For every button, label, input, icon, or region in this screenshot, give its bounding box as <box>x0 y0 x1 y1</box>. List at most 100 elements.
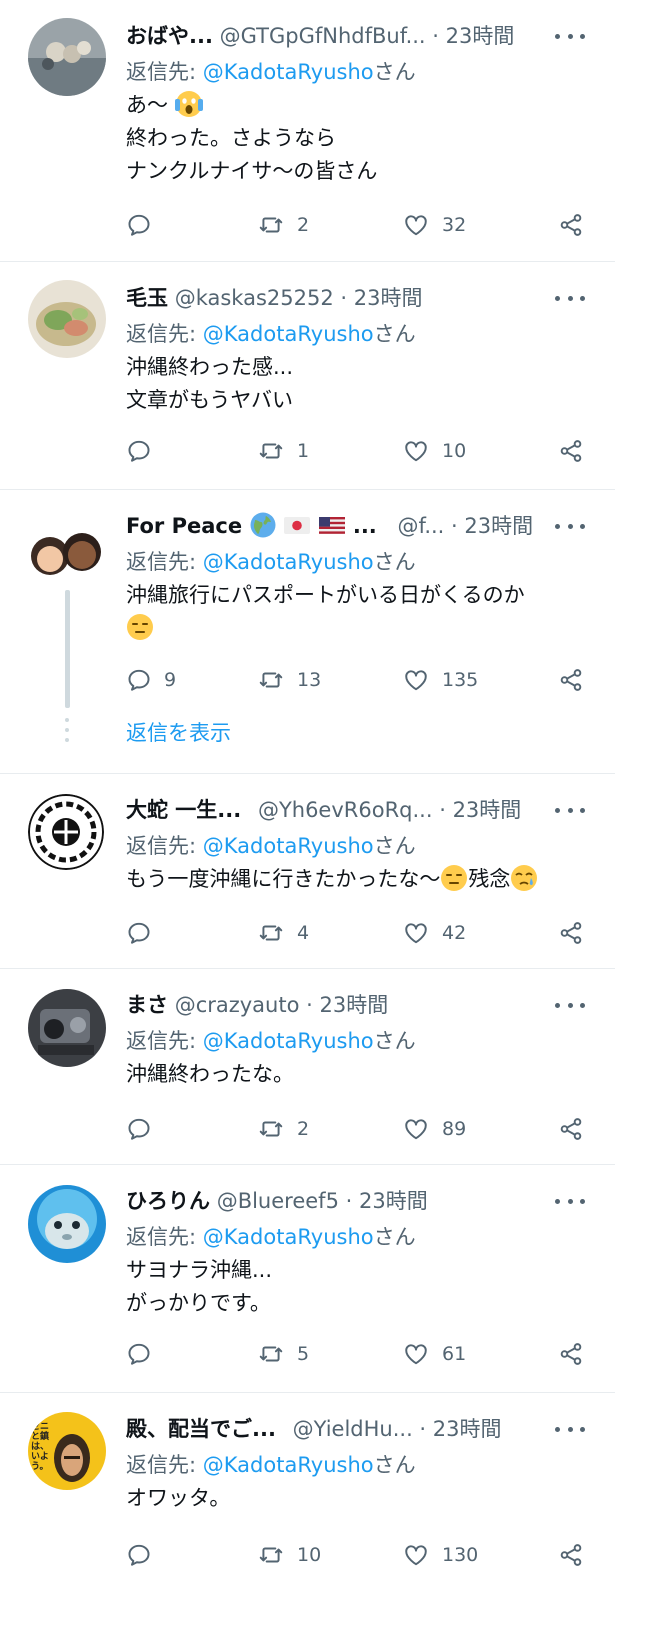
share-button[interactable] <box>558 205 584 245</box>
timestamp[interactable]: 23時間 <box>453 798 522 822</box>
retweet-button[interactable]: 13 <box>257 660 321 700</box>
more-icon[interactable] <box>555 281 585 315</box>
timestamp[interactable]: 23時間 <box>354 286 423 310</box>
reply-to: 返信先: @KadotaRyushoさん <box>126 1449 416 1481</box>
reply-button[interactable] <box>126 1109 164 1149</box>
tweet-line: 終わった。さようなら <box>126 126 336 150</box>
avatar[interactable] <box>28 794 104 870</box>
display-name[interactable]: ひろりん <box>126 1189 210 1213</box>
timestamp[interactable]: 23時間 <box>446 24 515 48</box>
reply-button[interactable] <box>126 205 164 245</box>
reply-mention-link[interactable]: @KadotaRyusho <box>203 834 374 858</box>
display-name[interactable]: 大蛇 一生... <box>126 798 241 822</box>
tweet[interactable]: おばや... @GTGpGfNhdfBuf... · 23時間 返信先: @Ka… <box>0 0 615 262</box>
reply-button[interactable] <box>126 1535 164 1575</box>
like-button[interactable]: 89 <box>402 1109 466 1149</box>
user-handle[interactable]: @YieldHu... <box>293 1417 413 1441</box>
reply-mention-link[interactable]: @KadotaRyusho <box>203 1029 374 1053</box>
retweet-button[interactable]: 2 <box>257 205 309 245</box>
tweet-line: 沖縄終わった感... <box>126 355 294 379</box>
display-name[interactable]: 殿、配当でご... <box>126 1417 276 1441</box>
avatar[interactable] <box>28 280 106 358</box>
tweet-line: もう一度沖縄に行きたかったな〜 <box>126 867 441 891</box>
user-handle[interactable]: @f... <box>397 514 444 538</box>
tweet[interactable]: 毛玉 @kaskas25252 · 23時間 返信先: @KadotaRyush… <box>0 262 615 490</box>
user-handle[interactable]: @Bluereef5 <box>217 1189 339 1213</box>
reply-button[interactable] <box>126 431 164 471</box>
user-handle[interactable]: @kaskas25252 <box>175 286 334 310</box>
reply-to-prefix: 返信先: <box>126 1225 203 1249</box>
avatar[interactable]: ゼニと鎮は、いよう。 <box>28 1412 106 1490</box>
avatar[interactable] <box>28 989 106 1067</box>
reply-to-prefix: 返信先: <box>126 60 203 84</box>
share-button[interactable] <box>558 1334 584 1374</box>
share-button[interactable] <box>558 913 584 953</box>
user-handle[interactable]: @crazyauto <box>175 993 300 1017</box>
more-icon[interactable] <box>555 793 585 827</box>
retweet-count: 13 <box>297 669 322 691</box>
tweet[interactable]: For Peace ... @f... · 23時間 返信先: @KadotaR… <box>0 490 615 774</box>
display-name[interactable]: 毛玉 <box>126 286 168 310</box>
reply-button[interactable]: 9 <box>126 660 176 700</box>
share-icon <box>558 667 584 693</box>
tweet[interactable]: まさ @crazyauto · 23時間 返信先: @KadotaRyushoさ… <box>0 969 615 1165</box>
tweet[interactable]: ゼニと鎮は、いよう。 殿、配当でご... @YieldHu... · 23時間 … <box>0 1393 615 1651</box>
avatar[interactable] <box>28 18 106 96</box>
tweet[interactable]: 大蛇 一生... @Yh6evR6oRq... · 23時間 返信先: @Kad… <box>0 774 615 969</box>
retweet-button[interactable]: 10 <box>257 1535 321 1575</box>
share-icon <box>558 1116 584 1142</box>
share-button[interactable] <box>558 1535 584 1575</box>
reply-button[interactable] <box>126 1334 164 1374</box>
reply-icon <box>126 1542 152 1568</box>
retweet-icon <box>257 438 285 464</box>
like-count: 61 <box>442 1343 467 1365</box>
show-replies-link[interactable]: 返信を表示 <box>126 717 231 749</box>
reply-mention-link[interactable]: @KadotaRyusho <box>203 550 374 574</box>
retweet-button[interactable]: 5 <box>257 1334 309 1374</box>
avatar[interactable] <box>28 1185 106 1263</box>
retweet-button[interactable]: 1 <box>257 431 309 471</box>
like-button[interactable]: 42 <box>402 913 466 953</box>
reply-mention-link[interactable]: @KadotaRyusho <box>203 1453 374 1477</box>
more-icon[interactable] <box>555 509 585 543</box>
like-button[interactable]: 135 <box>402 660 478 700</box>
tweet-line: あ〜 <box>126 93 168 117</box>
retweet-count: 5 <box>297 1343 310 1365</box>
tweet-text: 沖縄終わったな。 <box>126 1058 294 1091</box>
timestamp[interactable]: 23時間 <box>359 1189 428 1213</box>
user-handle[interactable]: @GTGpGfNhdfBuf... <box>220 24 426 48</box>
reply-mention-link[interactable]: @KadotaRyusho <box>203 322 374 346</box>
reply-mention-link[interactable]: @KadotaRyusho <box>203 60 374 84</box>
like-button[interactable]: 10 <box>402 431 466 471</box>
more-icon[interactable] <box>555 1412 585 1446</box>
display-name[interactable]: For Peace <box>126 514 242 538</box>
reply-button[interactable] <box>126 913 164 953</box>
like-button[interactable]: 32 <box>402 205 466 245</box>
tweet-actions: 1 10 <box>126 431 615 471</box>
share-button[interactable] <box>558 1109 584 1149</box>
tweet-line: 文章がもうヤバい <box>126 388 293 412</box>
share-button[interactable] <box>558 431 584 471</box>
reply-mention-link[interactable]: @KadotaRyusho <box>203 1225 374 1249</box>
reply-to: 返信先: @KadotaRyushoさん <box>126 830 416 862</box>
timestamp[interactable]: 23時間 <box>464 514 533 538</box>
user-handle[interactable]: @Yh6evR6oRq... <box>258 798 433 822</box>
tweet-actions: 2 89 <box>126 1109 615 1149</box>
like-count: 42 <box>442 922 467 944</box>
more-icon[interactable] <box>555 1184 585 1218</box>
timestamp[interactable]: 23時間 <box>319 993 388 1017</box>
tweet[interactable]: ひろりん @Bluereef5 · 23時間 返信先: @KadotaRyush… <box>0 1165 615 1393</box>
tweet-line: 沖縄終わったな。 <box>126 1062 294 1086</box>
retweet-button[interactable]: 2 <box>257 1109 309 1149</box>
avatar[interactable] <box>28 528 104 582</box>
more-icon[interactable] <box>555 988 585 1022</box>
timestamp[interactable]: 23時間 <box>433 1417 502 1441</box>
reply-icon <box>126 667 152 693</box>
share-button[interactable] <box>558 660 584 700</box>
like-button[interactable]: 61 <box>402 1334 466 1374</box>
more-icon[interactable] <box>555 19 585 53</box>
display-name[interactable]: おばや... <box>126 24 213 48</box>
display-name[interactable]: まさ <box>126 993 168 1017</box>
like-button[interactable]: 130 <box>402 1535 478 1575</box>
retweet-button[interactable]: 4 <box>257 913 309 953</box>
